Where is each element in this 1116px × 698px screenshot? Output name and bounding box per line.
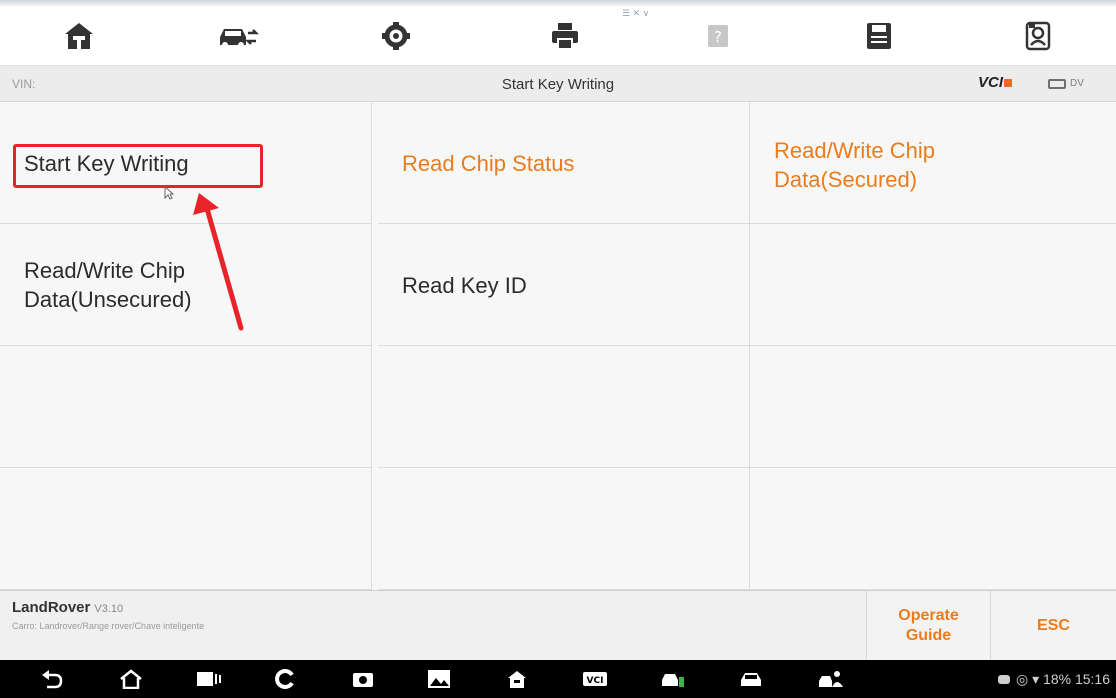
software-version: V3.10 xyxy=(94,603,124,615)
settings-gear-icon xyxy=(382,22,410,50)
vehicle-path: Carro: Landrover/Range rover/Chave intel… xyxy=(12,621,205,631)
refresh-button[interactable] xyxy=(272,668,298,690)
help-button[interactable]: ? xyxy=(696,14,740,58)
menu-item-read-chip-status[interactable]: Read Chip Status xyxy=(378,102,750,224)
profile-button[interactable] xyxy=(1017,14,1061,58)
top-toolbar: ☰ ✕ ∨ ? xyxy=(0,0,1116,66)
android-home-button[interactable] xyxy=(118,668,144,690)
bottom-info-bar: LandRover V3.10 Carro: Landrover/Range ro… xyxy=(0,590,1116,661)
clock: 15:16 xyxy=(1074,671,1110,687)
print-button[interactable] xyxy=(543,14,587,58)
car-icon xyxy=(741,673,761,686)
battery-percent: 18% xyxy=(1043,671,1072,687)
home-icon xyxy=(65,23,93,49)
annotation-highlight-box xyxy=(13,144,263,188)
vehicle-brand: LandRover V3.10 xyxy=(12,599,123,616)
settings-button[interactable] xyxy=(374,14,418,58)
vehicle-swap-button[interactable] xyxy=(216,14,260,58)
empty-cell xyxy=(750,468,1116,590)
menu-item-read-key-id[interactable]: Read Key ID xyxy=(378,224,750,346)
vci-manager-button[interactable]: VCI xyxy=(582,668,608,690)
save-icon xyxy=(867,23,891,49)
empty-cell xyxy=(0,346,372,468)
remote-expert-button[interactable] xyxy=(818,668,844,690)
system-navigation-bar: VCI ◎ ▾ 18% 15:16 xyxy=(0,660,1116,698)
vci-status: VCI xyxy=(978,74,1013,91)
title-bar: VIN: Start Key Writing VCI DV xyxy=(0,66,1116,102)
vci-connected-icon xyxy=(1004,79,1013,87)
gallery-button[interactable] xyxy=(426,668,452,690)
menu-item-read-write-chip-data-unsecured[interactable]: Read/Write Chip Data(Unsecured) xyxy=(0,224,372,346)
brand-name: LandRover xyxy=(12,599,91,616)
vehicle-swap-icon xyxy=(220,29,260,48)
menu-item-label: Read/Write Chip Data(Secured) xyxy=(774,138,935,192)
menu-item-label: Read Key ID xyxy=(402,272,527,298)
menu-item-read-write-chip-data-secured[interactable]: Read/Write Chip Data(Secured) xyxy=(750,102,1116,224)
message-icon xyxy=(998,675,1010,684)
operate-guide-label: Operate Guide xyxy=(898,607,959,644)
battery-voltage-label: DV xyxy=(1070,78,1084,89)
vci-label: VCI xyxy=(978,74,1004,91)
vehicle-connect-icon xyxy=(662,674,684,687)
toolbar-collapse-hint[interactable]: ☰ ✕ ∨ xyxy=(622,8,649,19)
camera-icon xyxy=(353,673,373,687)
recent-apps-button[interactable] xyxy=(196,668,222,690)
toolbar-top-edge xyxy=(0,0,1116,6)
save-button[interactable] xyxy=(857,14,901,58)
empty-cell xyxy=(750,346,1116,468)
home-icon xyxy=(508,671,526,688)
status-area: ◎ ▾ 18% 15:16 xyxy=(998,671,1110,688)
home-button[interactable] xyxy=(57,14,101,58)
esc-label: ESC xyxy=(1037,617,1070,634)
recent-apps-icon xyxy=(197,672,221,686)
remote-expert-icon xyxy=(819,671,843,687)
svg-text:VCI: VCI xyxy=(587,676,604,686)
app-home-button[interactable] xyxy=(504,668,530,690)
back-button[interactable] xyxy=(40,668,66,690)
empty-cell xyxy=(750,224,1116,346)
print-icon xyxy=(552,23,578,50)
vehicle-connect-button[interactable] xyxy=(660,668,686,690)
menu-item-label: Read/Write Chip Data(Unsecured) xyxy=(24,258,192,312)
esc-button[interactable]: ESC xyxy=(990,591,1116,661)
vci-icon: VCI xyxy=(583,672,607,686)
back-icon xyxy=(42,670,63,689)
screenshot-button[interactable] xyxy=(350,668,376,690)
help-icon: ? xyxy=(708,25,728,47)
profile-icon xyxy=(1025,21,1051,51)
gallery-icon xyxy=(428,670,450,688)
empty-cell xyxy=(378,468,750,590)
mouse-cursor-icon xyxy=(164,186,174,200)
refresh-icon xyxy=(275,669,294,689)
android-home-icon xyxy=(120,669,142,689)
empty-cell xyxy=(378,346,750,468)
empty-cell xyxy=(0,468,372,590)
wifi-icon: ◎ ▾ xyxy=(1016,671,1040,687)
car-button[interactable] xyxy=(738,668,764,690)
page-title: Start Key Writing xyxy=(501,76,615,93)
operate-guide-button[interactable]: Operate Guide xyxy=(866,591,990,661)
battery-icon xyxy=(1048,79,1066,89)
svg-text:?: ? xyxy=(714,28,722,46)
menu-item-label: Read Chip Status xyxy=(402,150,575,176)
